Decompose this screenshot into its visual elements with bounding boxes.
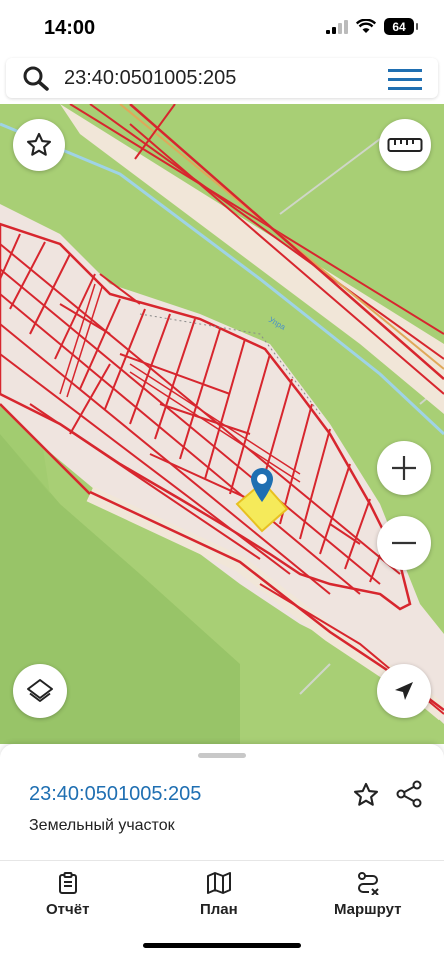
map-canvas[interactable] bbox=[0, 104, 444, 744]
parcel-cadastral-number[interactable]: 23:40:0501005:205 bbox=[29, 783, 201, 806]
minus-icon bbox=[392, 541, 416, 545]
nav-route-label: Маршрут bbox=[334, 901, 402, 918]
zoom-out-button[interactable] bbox=[377, 516, 431, 570]
battery-level: 64 bbox=[392, 19, 406, 34]
nav-report-label: Отчёт bbox=[46, 901, 90, 918]
clipboard-icon bbox=[58, 872, 77, 894]
status-bar: 14:00 64 bbox=[0, 0, 444, 56]
home-indicator[interactable] bbox=[143, 943, 301, 948]
parcel-info-sheet[interactable]: 23:40:0501005:205 Земельный участок bbox=[0, 744, 444, 860]
plus-icon bbox=[392, 456, 416, 480]
sheet-drag-handle[interactable] bbox=[198, 753, 246, 758]
nav-plan-label: План bbox=[200, 901, 238, 918]
nav-report[interactable]: Отчёт bbox=[46, 871, 89, 918]
location-pin-icon bbox=[251, 468, 273, 502]
search-icon[interactable] bbox=[22, 65, 50, 91]
layers-icon bbox=[27, 679, 53, 702]
my-location-button[interactable] bbox=[377, 664, 431, 718]
signal-icon bbox=[326, 19, 348, 34]
layers-button[interactable] bbox=[13, 664, 67, 718]
map-icon bbox=[206, 872, 231, 894]
search-input[interactable]: 23:40:0501005:205 bbox=[64, 67, 236, 90]
favorite-star-icon[interactable] bbox=[352, 781, 380, 809]
search-bar[interactable]: 23:40:0501005:205 bbox=[6, 58, 438, 98]
menu-icon[interactable] bbox=[388, 67, 422, 91]
parcel-type: Земельный участок bbox=[29, 817, 175, 834]
ruler-icon bbox=[387, 138, 423, 152]
status-icons: 64 bbox=[326, 18, 418, 35]
ruler-button[interactable] bbox=[379, 119, 431, 171]
battery-icon: 64 bbox=[384, 18, 418, 35]
map-view[interactable]: Упра bbox=[0, 104, 444, 744]
status-time: 14:00 bbox=[44, 17, 96, 39]
wifi-icon bbox=[356, 19, 376, 33]
zoom-in-button[interactable] bbox=[377, 441, 431, 495]
favorite-button[interactable] bbox=[13, 119, 65, 171]
route-icon bbox=[357, 872, 379, 895]
star-icon bbox=[26, 132, 52, 156]
navigation-arrow-icon bbox=[395, 682, 413, 700]
nav-route[interactable]: Маршрут bbox=[334, 871, 402, 918]
share-icon[interactable] bbox=[395, 780, 423, 808]
nav-plan[interactable]: План bbox=[200, 871, 238, 918]
